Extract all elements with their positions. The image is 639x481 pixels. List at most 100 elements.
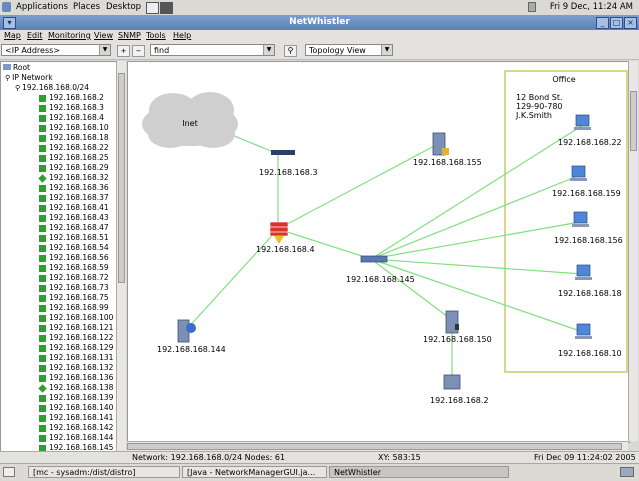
launcher-icon[interactable]	[146, 2, 159, 14]
show-desktop-icon[interactable]	[3, 467, 15, 477]
host-node-icon	[39, 344, 46, 352]
server150-node[interactable]: 192.168.168.150	[423, 310, 492, 344]
node-label-pc22: 192.168.168.22	[558, 138, 622, 147]
tree-ip-network[interactable]: ⚲ IP Network	[5, 73, 53, 83]
tree-host-item[interactable]: 192.168.168.51	[39, 233, 109, 243]
address-combo-value: <IP Address>	[5, 46, 60, 55]
tree-host-item[interactable]: 192.168.168.18	[39, 133, 109, 143]
task-mc-terminal[interactable]: [mc - sysadm:/dist/distro]	[28, 466, 180, 478]
map-vertical-scrollbar[interactable]	[628, 61, 638, 441]
tree-host-item[interactable]: 192.168.168.131	[39, 353, 113, 363]
tree-host-item[interactable]: 192.168.168.136	[39, 373, 113, 383]
tree-host-item[interactable]: 192.168.168.122	[39, 333, 113, 343]
tree-host-item[interactable]: 192.168.168.73	[39, 283, 109, 293]
host-node-icon	[39, 324, 46, 332]
tree-host-item[interactable]: 192.168.168.29	[39, 163, 109, 173]
tree-host-item[interactable]: 192.168.168.100	[39, 313, 113, 323]
task-netwhistler[interactable]: NetWhistler	[329, 466, 509, 478]
menu-monitoring[interactable]: Monitoring	[48, 31, 91, 40]
terminal-icon[interactable]	[160, 2, 173, 14]
tree-root[interactable]: Root	[3, 63, 30, 73]
tree-host-item[interactable]: 192.168.168.32	[38, 173, 109, 183]
map-horizontal-scrollbar[interactable]	[127, 441, 628, 451]
zoom-in-icon[interactable]: +	[117, 45, 130, 57]
tree-host-item[interactable]: 192.168.168.41	[39, 203, 109, 213]
gnome-foot-icon[interactable]	[2, 2, 11, 12]
tree-host-item[interactable]: 192.168.168.138	[38, 383, 113, 393]
network-tree[interactable]: Root ⚲ IP Network ⚲ 192.168.168.0/24 192.1…	[0, 61, 118, 453]
server144-node[interactable]: 192.168.168.144	[157, 319, 226, 354]
menu-help[interactable]: Help	[173, 31, 191, 40]
task-java[interactable]: [Java - NetworkManagerGUI.ja...	[182, 466, 327, 478]
chevron-down-icon[interactable]: ▼	[263, 45, 274, 55]
window-title-bar[interactable]: ▾ NetWhistler _ □ ×	[0, 15, 639, 30]
server155-node[interactable]: 192.168.168.155	[413, 132, 482, 167]
tree-host-item[interactable]: 192.168.168.139	[39, 393, 113, 403]
tree-host-item[interactable]: 192.168.168.144	[39, 433, 113, 443]
tree-host-label: 192.168.168.22	[49, 143, 109, 152]
tree-host-item[interactable]: 192.168.168.10	[39, 123, 109, 133]
tree-host-item[interactable]: 192.168.168.54	[39, 243, 109, 253]
tree-scrollbar[interactable]	[116, 61, 126, 451]
workstation-icon	[576, 323, 591, 336]
panel-menu-desktop[interactable]: Desktop	[106, 2, 141, 12]
tree-host-item[interactable]: 192.168.168.141	[39, 413, 113, 423]
panel-menu-places[interactable]: Places	[73, 2, 100, 12]
tree-host-label: 192.168.168.122	[49, 333, 114, 342]
address-combo[interactable]: <IP Address> ▼	[1, 44, 111, 56]
tree-host-label: 192.168.168.54	[49, 243, 109, 252]
tree-host-item[interactable]: 192.168.168.121	[39, 323, 113, 333]
tree-host-item[interactable]: 192.168.168.59	[39, 263, 109, 273]
find-combo[interactable]: find ▼	[150, 44, 275, 56]
tree-host-item[interactable]: 192.168.168.22	[39, 143, 109, 153]
tree-host-item[interactable]: 192.168.168.72	[39, 273, 109, 283]
menu-map[interactable]: Map	[4, 31, 21, 40]
tree-host-item[interactable]: 192.168.168.129	[39, 343, 113, 353]
panel-clock[interactable]: Fri 9 Dec, 11:24 AM	[550, 2, 633, 12]
zoom-out-icon[interactable]: −	[132, 45, 145, 57]
tree-host-item[interactable]: 192.168.168.47	[39, 223, 109, 233]
tree-subnet[interactable]: ⚲ 192.168.168.0/24	[15, 83, 89, 93]
tree-host-item[interactable]: 192.168.168.132	[39, 363, 113, 373]
tree-host-item[interactable]: 192.168.168.75	[39, 293, 109, 303]
volume-icon[interactable]	[528, 2, 536, 12]
binoculars-icon[interactable]: ⚲	[284, 45, 297, 57]
tree-host-item[interactable]: 192.168.168.142	[39, 423, 113, 433]
tree-host-item[interactable]: 192.168.168.2	[39, 93, 104, 103]
link-firewall-switch145	[277, 228, 372, 260]
status-time: Fri Dec 09 11:24:02 2005	[534, 453, 636, 462]
tree-host-item[interactable]: 192.168.168.3	[39, 103, 104, 113]
tree-host-item[interactable]: 192.168.168.99	[39, 303, 109, 313]
expand-icon[interactable]: ⚲	[15, 84, 20, 92]
tree-host-item[interactable]: 192.168.168.140	[39, 403, 113, 413]
workspace-switcher-icon[interactable]	[620, 467, 634, 477]
tree-host-label: 192.168.168.2	[49, 93, 104, 102]
tree-host-item[interactable]: 192.168.168.4	[39, 113, 104, 123]
view-combo[interactable]: Topology View ▼	[305, 44, 393, 56]
internet-cloud[interactable]: Inet	[142, 92, 238, 148]
tree-scroll-thumb[interactable]	[118, 73, 125, 283]
chevron-down-icon[interactable]: ▼	[99, 45, 110, 55]
printer2-node[interactable]: 192.168.168.2	[430, 374, 489, 405]
menu-snmp[interactable]: SNMP	[118, 31, 141, 40]
map-hscroll-thumb[interactable]	[127, 443, 622, 450]
hub-node[interactable]: 192.168.168.3	[259, 150, 318, 177]
menu-edit[interactable]: Edit	[27, 31, 43, 40]
close-icon[interactable]: ×	[624, 17, 637, 29]
tree-host-item[interactable]: 192.168.168.36	[39, 183, 109, 193]
tree-host-label: 192.168.168.99	[49, 303, 109, 312]
panel-menu-applications[interactable]: Applications	[16, 2, 68, 12]
expand-icon[interactable]: ⚲	[5, 74, 10, 82]
maximize-icon[interactable]: □	[610, 17, 623, 29]
menu-tools[interactable]: Tools	[146, 31, 166, 40]
tree-host-item[interactable]: 192.168.168.25	[39, 153, 109, 163]
tree-host-item[interactable]: 192.168.168.56	[39, 253, 109, 263]
topology-map[interactable]: Office 12 Bond St. 129-90-780 J.K.Smith	[127, 61, 630, 443]
tree-host-item[interactable]: 192.168.168.37	[39, 193, 109, 203]
tree-host-item[interactable]: 192.168.168.43	[39, 213, 109, 223]
link-switch-server150	[370, 258, 453, 321]
map-vscroll-thumb[interactable]	[630, 91, 637, 151]
chevron-down-icon[interactable]: ▼	[381, 45, 392, 55]
menu-view[interactable]: View	[94, 31, 113, 40]
minimize-icon[interactable]: _	[596, 17, 609, 29]
